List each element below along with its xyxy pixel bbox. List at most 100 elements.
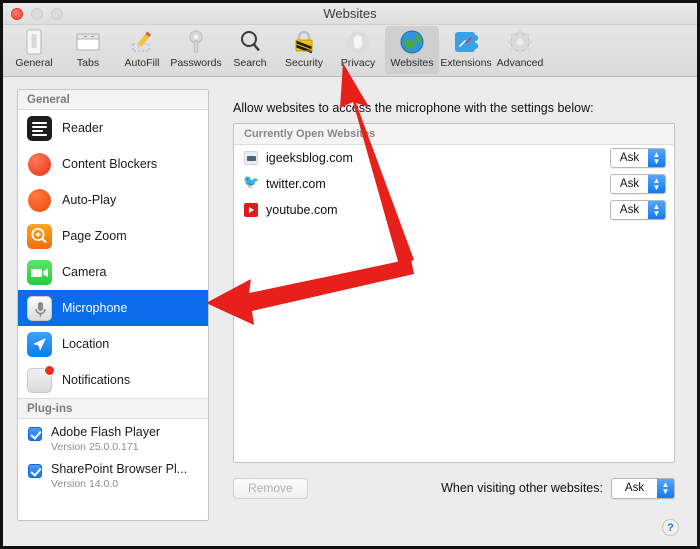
sidebar-item-label: Location: [62, 337, 110, 351]
other-websites-label: When visiting other websites:: [441, 481, 603, 495]
toolbar-item-autofill[interactable]: AutoFill: [115, 26, 169, 69]
website-name: youtube.com: [266, 203, 338, 217]
toolbar-item-extensions[interactable]: Extensions: [439, 26, 493, 69]
page-zoom-icon: [27, 223, 52, 249]
notifications-icon: [27, 364, 55, 393]
plugin-version: Version 25.0.0.171: [51, 441, 139, 453]
privacy-icon: [345, 28, 371, 56]
advanced-icon: [507, 28, 533, 56]
sidebar-item-label: Reader: [62, 121, 103, 135]
permission-value: Ask: [619, 152, 640, 164]
sidebar-item-notifications[interactable]: Notifications: [18, 362, 208, 398]
permission-value: Ask: [619, 178, 640, 190]
website-name: twitter.com: [266, 177, 326, 191]
list-section-header: Currently Open Websites: [234, 124, 674, 145]
toolbar-label: Passwords: [170, 57, 222, 69]
search-icon: [238, 28, 262, 56]
passwords-icon: [185, 28, 207, 56]
table-row[interactable]: youtube.com Ask ▲ ▼: [234, 197, 674, 223]
permission-dropdown[interactable]: Ask ▲ ▼: [610, 148, 666, 168]
autofill-icon: [129, 28, 155, 56]
sidebar-item-label: Camera: [62, 265, 107, 279]
toolbar-label: Extensions: [440, 57, 492, 69]
general-icon: [24, 28, 44, 56]
tabs-icon: [75, 28, 101, 56]
sidebar-group-plugins: Plug-ins: [18, 399, 208, 419]
auto-play-icon: [27, 188, 52, 213]
permission-value: Ask: [624, 482, 645, 494]
sidebar-group-general: General: [18, 90, 208, 110]
plugin-checkbox[interactable]: [28, 464, 42, 478]
toolbar-item-general[interactable]: General: [7, 26, 61, 69]
toolbar-item-security[interactable]: Security: [277, 26, 331, 69]
plugin-version: Version 14.0.0: [51, 478, 119, 490]
toolbar-item-passwords[interactable]: Passwords: [169, 26, 223, 69]
location-icon: [27, 331, 52, 357]
toolbar-label: Tabs: [76, 57, 100, 69]
plugin-checkbox[interactable]: [28, 427, 42, 441]
sidebar-item-label: Auto-Play: [62, 193, 117, 207]
sidebar-item-page-zoom[interactable]: Page Zoom: [18, 218, 208, 254]
sidebar-item-content-blockers[interactable]: Content Blockers: [18, 146, 208, 182]
website-name: igeeksblog.com: [266, 151, 353, 165]
permission-dropdown[interactable]: Ask ▲ ▼: [610, 200, 666, 220]
websites-icon: [399, 28, 425, 56]
microphone-icon: [27, 295, 52, 321]
chevron-updown-icon: ▲ ▼: [648, 175, 665, 193]
toolbar-item-advanced[interactable]: Advanced: [493, 26, 547, 69]
toolbar-item-privacy[interactable]: Privacy: [331, 26, 385, 69]
toolbar-label: General: [15, 57, 53, 69]
other-websites-dropdown[interactable]: Ask ▲ ▼: [611, 477, 675, 499]
permission-dropdown[interactable]: Ask ▲ ▼: [610, 174, 666, 194]
table-row[interactable]: igeeksblog.com Ask ▲ ▼: [234, 145, 674, 171]
reader-icon: [27, 115, 52, 141]
sidebar-item-label: Microphone: [62, 301, 128, 315]
toolbar-label: Advanced: [496, 57, 544, 69]
safari-preferences-window: Websites General Tabs AutoFill Passwords…: [0, 0, 700, 549]
chevron-updown-icon: ▲ ▼: [657, 478, 674, 498]
notification-badge-icon: [44, 364, 55, 376]
plugin-name: SharePoint Browser Pl...: [51, 462, 188, 476]
twitter-favicon: [243, 174, 259, 191]
sidebar-item-reader[interactable]: Reader: [18, 110, 208, 146]
pane-footer: Remove When visiting other websites: Ask…: [233, 475, 675, 501]
content-blockers-icon: [27, 152, 52, 177]
sidebar-item-label: Page Zoom: [62, 229, 127, 243]
toolbar-label: AutoFill: [124, 57, 160, 69]
chevron-updown-icon: ▲ ▼: [648, 149, 665, 167]
toolbar-label: Privacy: [340, 57, 376, 69]
main-pane: Allow websites to access the microphone …: [221, 89, 683, 546]
help-button[interactable]: ?: [662, 519, 679, 536]
security-icon: [292, 28, 316, 56]
toolbar-item-tabs[interactable]: Tabs: [61, 26, 115, 69]
igeeksblog-favicon: [244, 151, 258, 165]
sidebar-item-auto-play[interactable]: Auto-Play: [18, 182, 208, 218]
chevron-updown-icon: ▲ ▼: [648, 201, 665, 219]
plugin-name: Adobe Flash Player: [51, 425, 161, 439]
toolbar-item-websites[interactable]: Websites: [385, 26, 439, 74]
youtube-favicon: [244, 203, 258, 217]
pane-description: Allow websites to access the microphone …: [233, 101, 594, 115]
extensions-icon: [453, 28, 479, 56]
plugin-item-adobe-flash-player[interactable]: Adobe Flash Player Version 25.0.0.171: [18, 419, 208, 456]
settings-sidebar: General Reader Content Blockers Auto-Pla…: [17, 89, 209, 521]
plugin-item-sharepoint-browser-plugin[interactable]: SharePoint Browser Pl... Version 14.0.0: [18, 456, 208, 493]
camera-icon: [27, 259, 52, 285]
other-websites-setting: When visiting other websites: Ask ▲ ▼: [441, 477, 675, 499]
toolbar-label: Websites: [390, 57, 434, 69]
sidebar-item-label: Notifications: [62, 373, 131, 387]
toolbar-item-search[interactable]: Search: [223, 26, 277, 69]
websites-list: Currently Open Websites igeeksblog.com A…: [233, 123, 675, 463]
sidebar-item-location[interactable]: Location: [18, 326, 208, 362]
sidebar-item-microphone[interactable]: Microphone: [18, 290, 208, 326]
sidebar-item-camera[interactable]: Camera: [18, 254, 208, 290]
window-title: Websites: [323, 6, 377, 21]
preferences-toolbar: General Tabs AutoFill Passwords Search S…: [3, 25, 697, 77]
table-row[interactable]: twitter.com Ask ▲▼: [234, 171, 674, 197]
remove-button[interactable]: Remove: [233, 477, 308, 499]
permission-value: Ask: [619, 204, 640, 216]
title-bar: Websites: [3, 3, 697, 25]
preferences-body: General Reader Content Blockers Auto-Pla…: [3, 77, 697, 546]
toolbar-label: Security: [285, 57, 323, 69]
toolbar-label: Search: [233, 57, 267, 69]
